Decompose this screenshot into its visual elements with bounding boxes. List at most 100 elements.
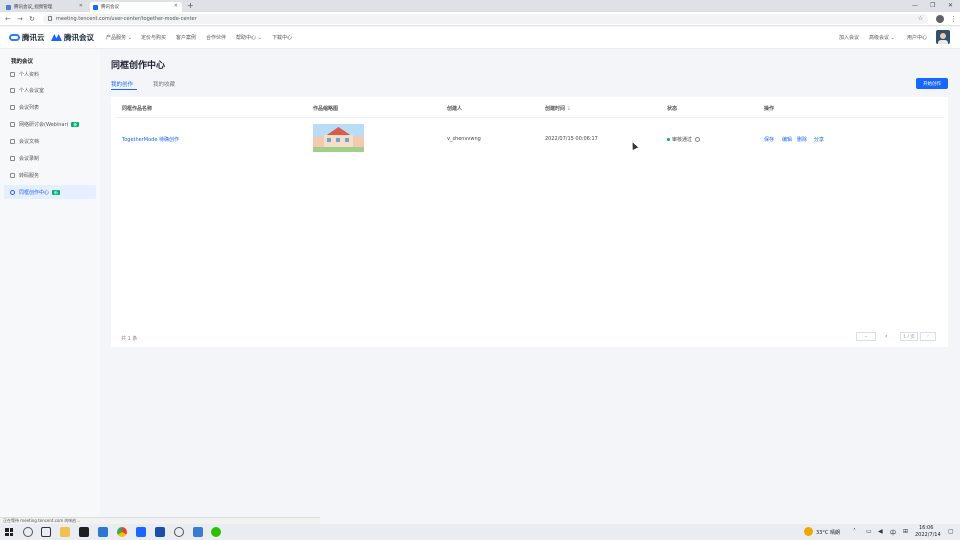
new-badge: 新 <box>71 121 80 127</box>
document-icon <box>10 138 15 144</box>
start-creation-button[interactable]: 开始创作 <box>916 78 948 89</box>
nav-pricing[interactable]: 定价与购买 <box>141 34 166 41</box>
header-divider <box>115 117 944 118</box>
sidebar-item-recording[interactable]: 会议录制 <box>4 151 96 165</box>
url-text: meeting.tencent.com/user-center/together… <box>56 16 197 22</box>
maximize-icon[interactable]: ❐ <box>930 0 935 12</box>
record-icon <box>10 155 15 161</box>
sidebar-item-label: 网络研讨会(Webinar) <box>19 121 69 128</box>
minimize-icon[interactable]: — <box>912 0 918 12</box>
sidebar-item-label: 会议列表 <box>19 104 40 111</box>
sidebar-item-meeting-list[interactable]: 会议列表 <box>4 100 96 114</box>
sidebar-item-label: 个人会议室 <box>19 87 45 94</box>
file-explorer-icon[interactable] <box>60 527 70 537</box>
tab-close-icon[interactable]: ✕ <box>79 3 83 9</box>
edit-action-link[interactable]: 编辑 <box>782 136 792 143</box>
tab-my-favorites[interactable]: 我的收藏 <box>153 80 175 88</box>
work-thumbnail[interactable] <box>313 124 364 152</box>
nav-download[interactable]: 下载中心 <box>272 34 292 41</box>
new-badge: 新 <box>52 189 61 195</box>
next-page-box[interactable]: › <box>920 332 936 341</box>
user-center-link[interactable]: 用户中心 <box>907 34 927 41</box>
delete-action-link[interactable]: 删除 <box>797 136 807 143</box>
reload-icon[interactable]: ↻ <box>29 14 35 24</box>
terminal-icon[interactable] <box>79 527 89 537</box>
app-icon[interactable] <box>193 527 203 537</box>
profile-icon[interactable] <box>936 15 944 23</box>
page-title: 同框创作中心 <box>111 61 166 71</box>
nav-products[interactable]: 产品服务 ⌄ <box>106 34 132 41</box>
app-icon[interactable] <box>155 527 165 537</box>
notification-icon[interactable]: ▢ <box>948 528 954 535</box>
column-header-name: 同框作品名称 <box>122 106 153 112</box>
windows-start-icon[interactable] <box>5 528 13 536</box>
sidebar-item-together-mode[interactable]: 同框创作中心 新 <box>4 185 96 199</box>
join-meeting-link[interactable]: 加入会议 <box>839 34 859 41</box>
back-icon[interactable]: ← <box>5 14 11 24</box>
column-header-thumbnail: 作品缩略图 <box>313 106 339 112</box>
share-action-link[interactable]: 分享 <box>814 136 824 143</box>
status-badge: 审核通过 <box>667 136 701 143</box>
sidebar-item-documents[interactable]: 会议文档 <box>4 134 96 148</box>
tencent-cloud-logo[interactable]: 腾讯云 <box>9 32 45 43</box>
page-size-select[interactable]: 1 / 页 <box>900 332 918 341</box>
work-name-link[interactable]: TogetherMode 待确创作 <box>122 136 179 143</box>
volume-icon[interactable]: ◀ <box>878 528 883 535</box>
nav-help[interactable]: 帮助中心 ⌄ <box>236 34 262 41</box>
input-mode-icon[interactable]: ⊞ <box>903 528 908 535</box>
clock-date[interactable]: 2022/7/14 <box>915 532 941 538</box>
wechat-icon[interactable] <box>211 527 221 537</box>
clock-time[interactable]: 16:06 <box>919 525 933 531</box>
nav-cases[interactable]: 客户案例 <box>176 34 196 41</box>
tab-my-creations[interactable]: 我的创作 <box>111 80 133 88</box>
page-jump-select[interactable]: ⌄ <box>856 332 876 341</box>
brand-name: 腾讯云 <box>22 33 45 42</box>
network-icon[interactable]: ▭ <box>866 528 872 535</box>
bookmark-star-icon[interactable]: ☆ <box>918 14 923 24</box>
clock-app-icon[interactable] <box>174 527 184 537</box>
created-time-cell: 2022/07/15 00:06:17 <box>545 136 598 142</box>
avatar[interactable] <box>936 30 950 44</box>
column-header-status: 状态 <box>667 106 678 112</box>
browser-tab-1[interactable]: 腾讯会议_视频管理 ✕ <box>3 2 87 12</box>
lock-icon <box>48 16 52 21</box>
close-window-icon[interactable]: ✕ <box>948 0 953 12</box>
sidebar-item-label: 个人资料 <box>19 71 40 78</box>
active-tab-underline <box>111 89 137 90</box>
prev-page-icon[interactable]: ‹ <box>885 333 887 340</box>
sort-desc-icon[interactable]: ↓ <box>567 106 571 112</box>
weather-icon[interactable] <box>804 527 813 536</box>
sidebar-item-webinar[interactable]: 网络研讨会(Webinar) 新 <box>4 117 96 131</box>
status-text: 审核通过 <box>672 137 693 143</box>
tray-chevron-icon[interactable]: ˄ <box>853 528 856 535</box>
column-header-created[interactable]: 创建时间 ↓ <box>545 105 571 112</box>
sidebar-item-profile[interactable]: 个人资料 <box>4 67 96 81</box>
ime-indicator[interactable]: 中 <box>890 528 896 537</box>
task-view-icon[interactable] <box>41 527 51 537</box>
weather-text[interactable]: 33°C 晴朗 <box>816 529 840 536</box>
browser-tab-2[interactable]: 腾讯会议 ✕ <box>90 2 182 12</box>
meeting-logo-icon <box>51 34 62 41</box>
tab-close-icon[interactable]: ✕ <box>174 3 178 9</box>
forward-icon[interactable]: → <box>17 14 23 24</box>
url-input[interactable]: meeting.tencent.com/user-center/together… <box>43 14 928 24</box>
tab-favicon-icon <box>93 4 98 10</box>
mail-icon[interactable] <box>98 527 108 537</box>
tencent-meeting-icon[interactable] <box>136 527 146 537</box>
advanced-meeting-link[interactable]: 高级会议 ⌄ <box>869 34 895 41</box>
sidebar-item-transcode[interactable]: 转码服务 <box>4 168 96 182</box>
tencent-meeting-logo[interactable]: 腾讯会议 <box>51 32 94 43</box>
new-tab-icon[interactable]: + <box>187 2 194 10</box>
browser-menu-icon[interactable]: ⋮ <box>950 14 957 24</box>
nav-partners[interactable]: 合作伙伴 <box>206 34 226 41</box>
info-icon[interactable] <box>695 137 701 142</box>
chrome-icon[interactable] <box>117 527 127 537</box>
site-header: 腾讯云 腾讯会议 产品服务 ⌄ 定价与购买 客户案例 合作伙伴 帮助中心 ⌄ 下… <box>0 27 960 49</box>
sidebar-item-label: 同框创作中心 <box>19 189 50 196</box>
search-icon[interactable] <box>23 527 33 537</box>
save-action-link[interactable]: 保存 <box>764 136 774 143</box>
transcode-icon <box>10 172 15 178</box>
sidebar-item-personal-room[interactable]: 个人会议室 <box>4 83 96 97</box>
total-count: 共 1 条 <box>121 336 138 342</box>
column-header-label: 创建时间 <box>545 106 566 112</box>
